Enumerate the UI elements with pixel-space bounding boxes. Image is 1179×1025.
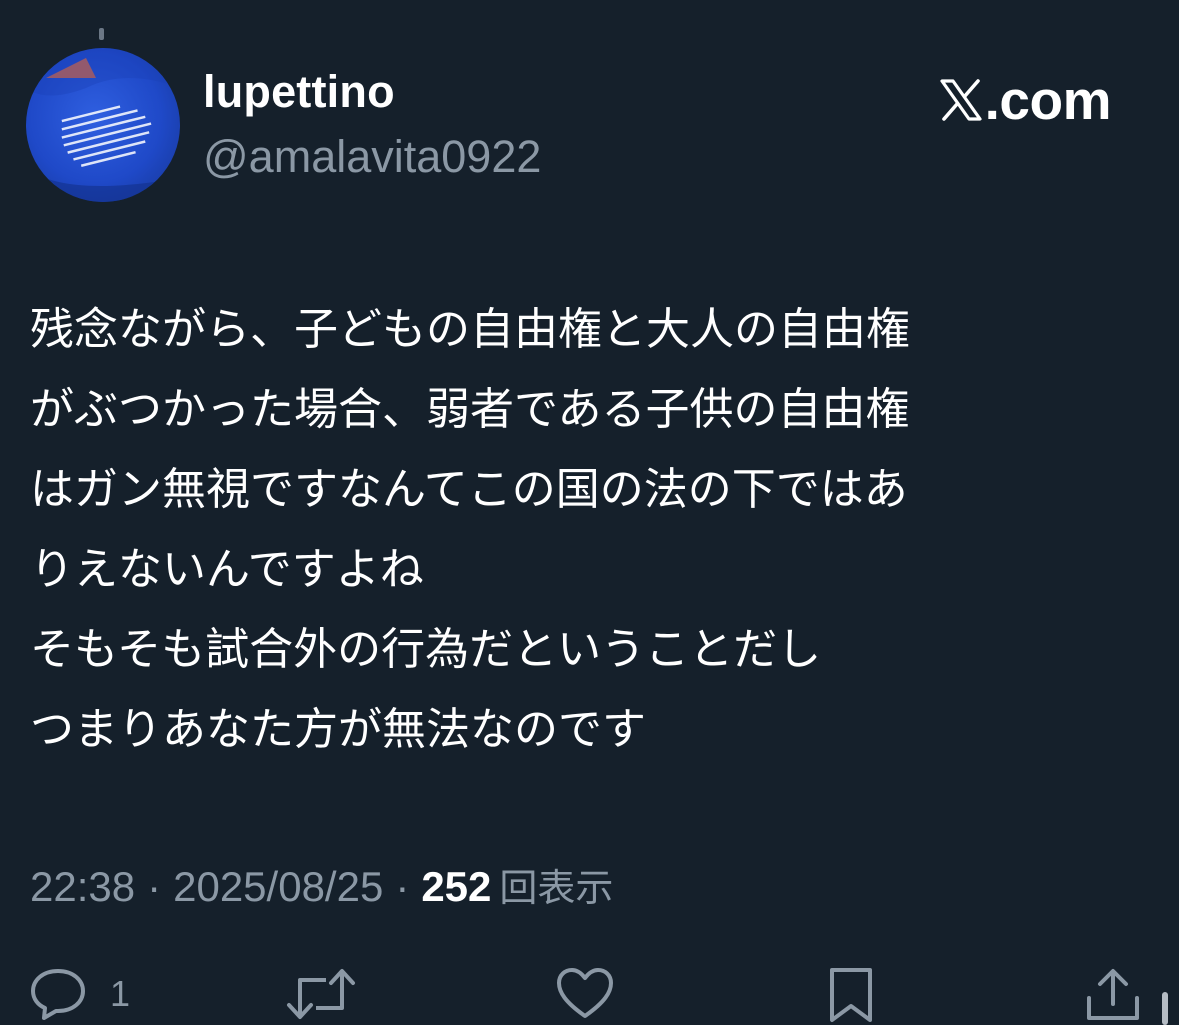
tweet-card: lupettino @amalavita0922 .com 残念ながら、子どもの… bbox=[0, 0, 1179, 1025]
tweet-line: がぶつかった場合、弱者である子供の自由権 bbox=[30, 384, 910, 435]
bookmark-button[interactable] bbox=[828, 966, 874, 1024]
scrollbar[interactable] bbox=[1162, 992, 1168, 1025]
share-icon bbox=[1087, 969, 1139, 1020]
views-count[interactable]: 252 bbox=[421, 863, 491, 911]
reply-count: 1 bbox=[110, 973, 131, 1014]
like-button[interactable] bbox=[555, 966, 615, 1022]
avatar-image bbox=[26, 48, 180, 202]
retweet-button[interactable] bbox=[286, 966, 356, 1022]
tweet-text: 残念ながら、子どもの自由権と大人の自由権 がぶつかった場合、弱者である子供の自由… bbox=[30, 290, 1150, 770]
reply-button[interactable]: 1 bbox=[28, 966, 130, 1022]
tweet-line: そもそも試合外の行為だということだし bbox=[30, 624, 822, 675]
meta-separator: · bbox=[147, 863, 162, 910]
brand-text: .com bbox=[984, 69, 1112, 131]
action-bar: 1 bbox=[0, 960, 1179, 1025]
display-name[interactable]: lupettino bbox=[203, 66, 395, 118]
avatar[interactable] bbox=[26, 48, 180, 202]
tweet-meta: 22:38 · 2025/08/25 · 252 回表示 bbox=[30, 857, 613, 912]
tweet-line: 残念ながら、子どもの自由権と大人の自由権 bbox=[30, 304, 910, 355]
user-handle[interactable]: @amalavita0922 bbox=[203, 131, 541, 183]
tweet-line: つまりあなた方が無法なのです bbox=[30, 704, 646, 755]
tweet-line: はガン無視ですなんてこの国の法の下ではあ bbox=[30, 464, 908, 515]
like-icon bbox=[557, 968, 613, 1018]
share-button[interactable] bbox=[1084, 966, 1142, 1024]
brand-logo: .com bbox=[939, 68, 1112, 132]
bookmark-icon bbox=[830, 968, 872, 1022]
x-logo-icon bbox=[940, 79, 982, 121]
views-label: 回表示 bbox=[499, 866, 614, 910]
tweet-line: りえないんですよね bbox=[30, 544, 424, 595]
divider-mark bbox=[99, 28, 104, 40]
reply-icon bbox=[31, 969, 85, 1020]
meta-separator: · bbox=[395, 863, 410, 910]
retweet-icon bbox=[287, 969, 355, 1019]
tweet-time[interactable]: 22:38 bbox=[30, 863, 135, 911]
tweet-date[interactable]: 2025/08/25 bbox=[173, 863, 383, 911]
